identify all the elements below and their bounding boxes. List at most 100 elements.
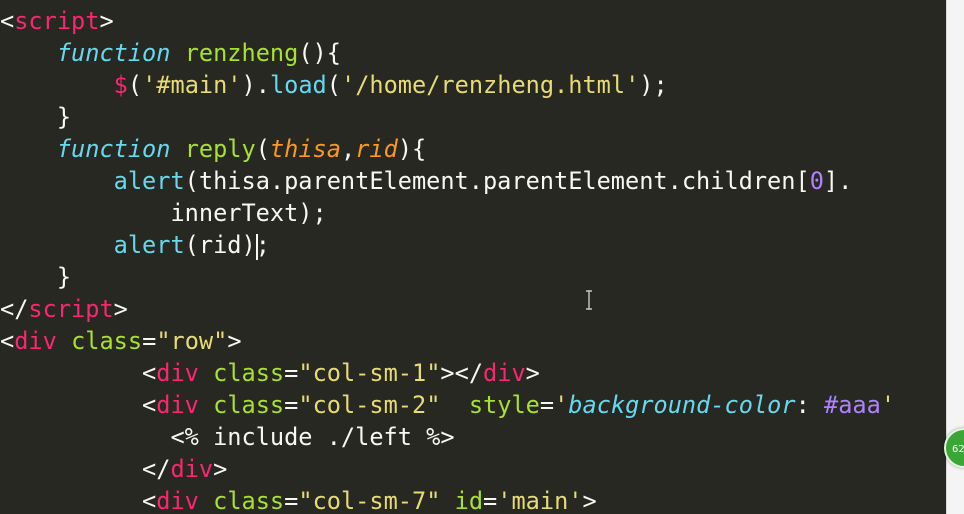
- code-line[interactable]: function renzheng(){: [0, 37, 341, 69]
- code-token: "row": [156, 327, 228, 355]
- code-token: }: [0, 103, 72, 131]
- code-token: 'main': [497, 487, 583, 514]
- code-line[interactable]: <script>: [0, 5, 114, 37]
- code-line[interactable]: }: [0, 261, 71, 293]
- code-token: >: [113, 295, 128, 323]
- code-token: id: [454, 487, 484, 514]
- code-token: (thisa.parentElement.parentElement.child…: [184, 167, 810, 195]
- code-token: }: [0, 263, 72, 291]
- code-token: function: [56, 135, 171, 163]
- code-token: $: [113, 71, 128, 99]
- code-token: >: [227, 327, 242, 355]
- code-token: (: [127, 71, 143, 99]
- code-token: renzheng: [184, 39, 299, 67]
- code-token: reply: [184, 135, 256, 163]
- code-token: div: [156, 391, 199, 419]
- code-token: =: [142, 327, 157, 355]
- code-token: <% include ./left %>: [0, 423, 455, 451]
- code-token: <: [0, 391, 157, 419]
- code-token: style: [468, 391, 540, 419]
- code-token: =: [539, 391, 555, 419]
- code-token: >: [213, 455, 228, 483]
- code-line[interactable]: innerText);: [0, 197, 327, 229]
- code-editor[interactable]: <script> function renzheng(){ $('#main')…: [0, 0, 946, 514]
- code-token: (: [255, 135, 270, 163]
- code-token: div: [156, 487, 199, 514]
- code-token: "col-sm-2": [298, 391, 441, 419]
- code-line[interactable]: alert(thisa.parentElement.parentElement.…: [0, 165, 853, 197]
- code-line[interactable]: $('#main').load('/home/renzheng.html');: [0, 69, 668, 101]
- code-token: '#main': [142, 71, 242, 99]
- text-caret: [256, 234, 258, 260]
- code-token: #aaa: [824, 391, 881, 419]
- code-token: >: [582, 487, 597, 514]
- code-token: "col-sm-1": [298, 359, 441, 387]
- code-token: innerText);: [0, 199, 327, 227]
- code-token: div: [156, 359, 199, 387]
- code-line[interactable]: <div class="col-sm-1"></div>: [0, 357, 540, 389]
- code-token: <: [0, 359, 157, 387]
- code-token: </: [0, 455, 171, 483]
- code-line[interactable]: </script>: [0, 293, 128, 325]
- code-line[interactable]: alert(rid);: [0, 229, 270, 261]
- code-token: ).: [241, 71, 270, 99]
- code-token: <: [0, 7, 15, 35]
- code-token: =: [284, 359, 299, 387]
- code-token: <: [0, 487, 157, 514]
- code-token: =: [284, 487, 299, 514]
- code-token: div: [170, 455, 214, 483]
- code-token: ].: [823, 167, 853, 195]
- code-token: ></: [440, 359, 484, 387]
- code-token: ': [880, 391, 896, 419]
- code-line[interactable]: <div class="col-sm-7" id='main'>: [0, 485, 597, 514]
- code-line[interactable]: }: [0, 101, 71, 133]
- code-token: "col-sm-7": [298, 487, 441, 514]
- code-token: script: [28, 295, 114, 323]
- code-token: alert: [113, 231, 185, 259]
- code-token: class: [213, 391, 285, 419]
- code-token: ,: [340, 135, 356, 163]
- code-token: </: [0, 295, 29, 323]
- code-token: );: [639, 71, 668, 99]
- code-token: div: [483, 359, 526, 387]
- code-token: thisa: [269, 135, 341, 163]
- code-token: class: [213, 487, 285, 514]
- code-token: '/home/renzheng.html': [340, 71, 640, 99]
- code-token: >: [99, 7, 114, 35]
- code-token: ){: [397, 135, 427, 163]
- code-token: (){: [298, 39, 341, 67]
- code-token: (: [326, 71, 341, 99]
- code-token: :: [795, 391, 824, 419]
- code-token: class: [213, 359, 285, 387]
- code-line[interactable]: function reply(thisa,rid){: [0, 133, 426, 165]
- code-token: 0: [809, 167, 824, 195]
- i-beam-cursor-icon: [586, 290, 592, 310]
- code-token: rid: [355, 135, 398, 163]
- code-token: >: [525, 359, 540, 387]
- code-token: load: [269, 71, 327, 99]
- code-line[interactable]: <% include ./left %>: [0, 421, 455, 453]
- code-line[interactable]: <div class="row">: [0, 325, 242, 357]
- code-token: ': [554, 391, 569, 419]
- code-token: =: [483, 487, 498, 514]
- code-token: function: [56, 39, 171, 67]
- code-token: alert: [113, 167, 185, 195]
- code-line[interactable]: <div class="col-sm-2" style='background-…: [0, 389, 895, 421]
- code-line[interactable]: </div>: [0, 453, 227, 485]
- code-token: background-color: [568, 391, 796, 419]
- code-token: <: [0, 327, 15, 355]
- code-token: div: [14, 327, 57, 355]
